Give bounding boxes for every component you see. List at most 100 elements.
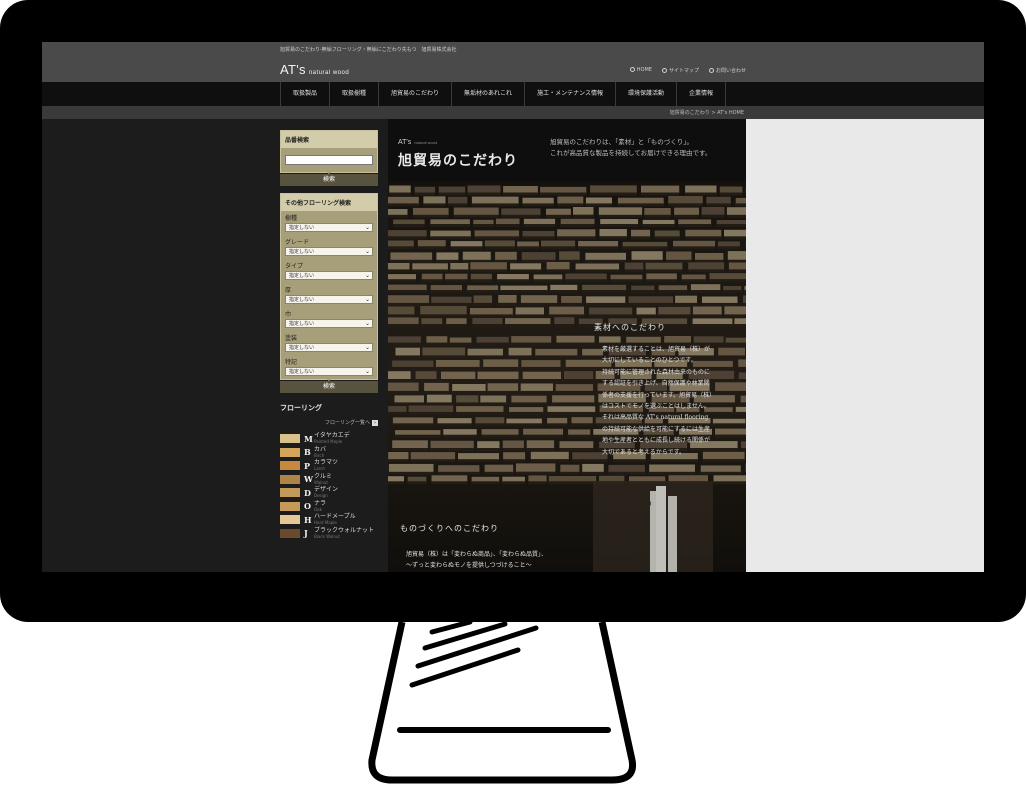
flooring-name: ブラックウォルナット Black Walnut <box>314 526 375 539</box>
wood-swatch <box>280 528 300 538</box>
mail-icon <box>708 68 714 73</box>
gauge-label: 60 <box>638 552 647 560</box>
flooring-list-item[interactable]: D デザイン Design <box>280 486 378 500</box>
nav-item-solid-wood[interactable]: 無垢材のあれこれ <box>452 82 526 106</box>
type-select[interactable]: 指定しない ⌄ <box>285 271 373 280</box>
material-section-text: 素材を厳選することは、旭貿易（株）が 大切にしていることのひとつです。 持続可能に管… <box>602 344 742 458</box>
filter-width: 巾 指定しない ⌄ <box>281 307 377 328</box>
nav-item-products[interactable]: 取扱製品 <box>281 82 331 106</box>
breadcrumb-bar: 旭貿易のこだわり > AT's HOME <box>42 106 984 119</box>
craft-section-text: 旭貿易（株）は「変わらぬ商品」、「変わらぬ品質」、 ～ずっと変わらぬモノを提供しつ… <box>406 549 586 572</box>
thickness-select[interactable]: 指定しない ⌄ <box>285 295 373 304</box>
part-search-box: 品番検索 <box>280 130 378 173</box>
filter-notes: 特記 指定しない ⌄ <box>281 355 377 376</box>
flooring-code: J <box>304 528 308 539</box>
material-section-title: 素材へのこだわり <box>594 323 666 332</box>
craft-section-title: ものづくりへのこだわり <box>400 524 499 533</box>
gauge-label: 80 <box>638 526 647 534</box>
flooring-list-item[interactable]: M イタヤカエデ Painted Maple <box>280 432 378 446</box>
text-line: 素材を厳選することは、旭貿易（株）が <box>602 346 711 353</box>
home-icon <box>629 67 635 72</box>
chevron-down-icon: ⌄ <box>364 320 370 327</box>
chevron-down-icon: ⌄ <box>364 344 370 351</box>
text-line: はコストでモノを選ぶことはしません。 <box>602 403 710 411</box>
wood-swatch <box>280 488 300 498</box>
filter-label: グレード <box>285 239 310 246</box>
nav-item-environment[interactable]: 環境保護活動 <box>616 82 677 106</box>
part-search-input[interactable] <box>285 155 373 165</box>
home-link[interactable]: HOME <box>629 67 652 74</box>
flooring-name: ハードメープル Hard Maple <box>314 513 356 526</box>
hero-lead: 旭貿易のこだわりは、「素材」と「ものづくり」。 これが高品質な製品を持続してお届… <box>550 138 712 157</box>
finish-select[interactable]: 指定しない ⌄ <box>285 343 373 352</box>
filter-thickness: 厚 指定しない ⌄ <box>281 283 377 304</box>
flooring-code: W <box>304 474 313 485</box>
text-line: 地や生産者とともに成長し続ける関係が <box>602 437 711 445</box>
flooring-list: M イタヤカエデ Painted Maple B カバ Birch P カラマツ Larch W ク… <box>280 432 378 540</box>
filter-species: 樹種 指定しない ⌄ <box>281 211 377 232</box>
text-line: 大切にしていることのひとつです。 <box>602 357 697 365</box>
filter-search-title: その他フローリング検索 <box>281 194 377 211</box>
filter-label: 巾 <box>285 311 292 318</box>
nav-item-commitment[interactable]: 旭貿易のこだわり <box>379 82 453 106</box>
gauge-label: 90 <box>638 513 647 521</box>
gauge-label: 100 <box>638 500 651 508</box>
notes-select[interactable]: 指定しない ⌄ <box>285 367 373 376</box>
nav-item-company[interactable]: 企業情報 <box>677 82 726 106</box>
hero-brand: AT's natural wood <box>398 139 438 146</box>
site-header: 旭貿易のこだわり‐無垢フローリング・無垢にこだわり先もつ 旭貿易株式会社 AT'… <box>42 42 984 82</box>
hero-section: AT's natural wood 旭貿易のこだわり 旭貿易のこだわりは、「素材」… <box>388 119 746 572</box>
contact-link[interactable]: お問い合わせ <box>708 67 746 74</box>
flooring-list-item[interactable]: J ブラックウォルナット Black Walnut <box>280 527 378 541</box>
flooring-heading: フローリング <box>280 404 322 412</box>
header-links: HOME サイトマップ お問い合わせ <box>629 67 746 74</box>
flooring-name: デザイン Design <box>314 486 339 499</box>
breadcrumb[interactable]: 旭貿易のこだわり > AT's HOME <box>670 109 744 116</box>
flooring-code: P <box>304 460 311 471</box>
width-select[interactable]: 指定しない ⌄ <box>285 319 373 328</box>
filter-label: タイプ <box>285 263 304 270</box>
part-search-button[interactable]: 検索 <box>280 170 378 186</box>
text-line: 係者の支援を行っています。旭貿易（株） <box>602 391 716 399</box>
flooring-all-link[interactable]: フローリング一覧へ › <box>280 419 378 426</box>
arrow-right-icon: › <box>372 420 378 426</box>
page-title: 旭貿易のこだわり <box>398 153 518 169</box>
text-line: それは高品質な AT's natural flooring <box>602 414 709 422</box>
species-select[interactable]: 指定しない ⌄ <box>285 223 373 232</box>
flooring-code: M <box>304 433 313 444</box>
flooring-list-item[interactable]: B カバ Birch <box>280 446 378 460</box>
text-line: 大切であると考えるからです。 <box>602 448 685 456</box>
flooring-list-item[interactable]: O ナラ Oak <box>280 500 378 514</box>
text-line: 旭貿易（株）は「変わらぬ商品」、「変わらぬ品質」、 <box>406 551 548 558</box>
browser-screen: 旭貿易のこだわり‐無垢フローリング・無垢にこだわり先もつ 旭貿易株式会社 AT'… <box>42 42 984 572</box>
wood-swatch <box>280 474 300 484</box>
nav-item-species[interactable]: 取扱樹種 <box>330 82 380 106</box>
flooring-list-item[interactable]: H ハードメープル Hard Maple <box>280 513 378 527</box>
chevron-down-icon: ⌄ <box>364 248 370 255</box>
flooring-name: ナラ Oak <box>314 499 327 512</box>
flooring-name: クルミ Walnut <box>314 472 332 485</box>
logo-sub: natural wood <box>308 70 350 76</box>
sitemap-link[interactable]: サイトマップ <box>661 67 699 74</box>
filter-type: タイプ 指定しない ⌄ <box>281 259 377 280</box>
flooring-list-item[interactable]: W クルミ Walnut <box>280 473 378 487</box>
filter-search-button[interactable]: 検索 <box>280 377 378 393</box>
flooring-name: イタヤカエデ Painted Maple <box>314 432 350 445</box>
wood-swatch <box>280 447 300 457</box>
blank-area <box>746 119 984 572</box>
flooring-list-item[interactable]: P カラマツ Larch <box>280 459 378 473</box>
filter-label: 塗装 <box>285 335 298 342</box>
site-logo[interactable]: AT's natural wood <box>280 62 349 77</box>
grade-select[interactable]: 指定しない ⌄ <box>285 247 373 256</box>
filter-finish: 塗装 指定しない ⌄ <box>281 331 377 352</box>
flooring-name: カバ Birch <box>314 445 327 458</box>
gauge-label: 50 <box>638 565 647 572</box>
flooring-code: H <box>304 514 312 525</box>
chevron-down-icon: ⌄ <box>364 296 370 303</box>
flooring-code: B <box>304 447 311 458</box>
site-tagline: 旭貿易のこだわり‐無垢フローリング・無垢にこだわり先もつ 旭貿易株式会社 <box>280 47 457 53</box>
filter-search-box: その他フローリング検索 樹種 指定しない ⌄ グレード 指定しない ⌄ タイプ 指定… <box>280 193 378 380</box>
nav-item-maintenance[interactable]: 施工・メンテナンス情報 <box>525 82 616 106</box>
text-line: する認証を引き上げ、自然保護や林業関 <box>602 380 710 388</box>
filter-grade: グレード 指定しない ⌄ <box>281 235 377 256</box>
